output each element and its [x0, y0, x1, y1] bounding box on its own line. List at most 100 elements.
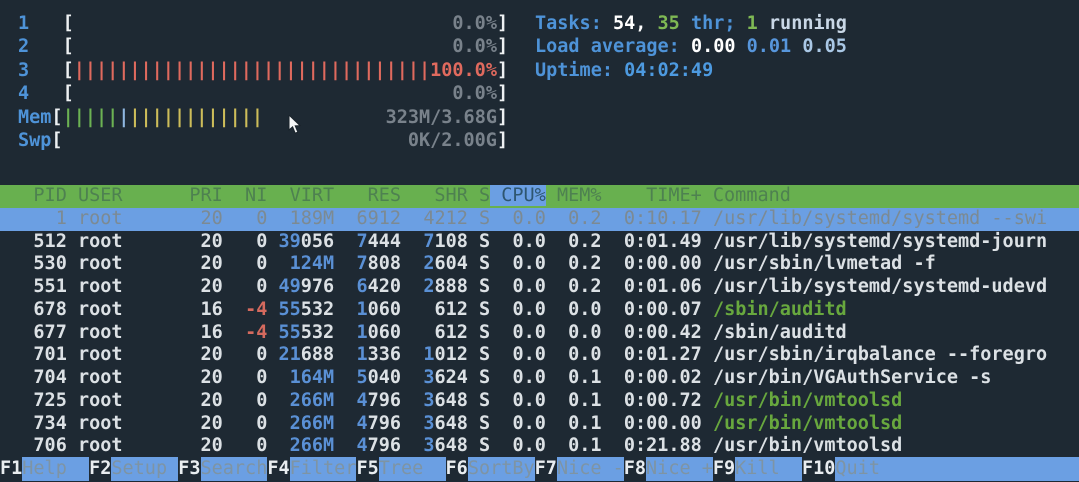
- table-row[interactable]: 734 root 20 0 266M 4796 3648 S 0.0 0.1 0…: [0, 413, 1079, 436]
- column-header-ni[interactable]: NI: [223, 185, 267, 206]
- cell-virt-pad: [267, 276, 278, 297]
- table-row[interactable]: 677 root 16 -4 55532 1060 612 S 0.0 0.0 …: [0, 322, 1079, 345]
- fnkey-f1[interactable]: F1: [0, 457, 22, 481]
- fnkey-f4-label[interactable]: Filter: [289, 457, 357, 481]
- cell-ni-pad: [223, 253, 256, 274]
- table-row[interactable]: 706 root 20 0 266M 4796 3648 S 0.0 0.1 0…: [0, 435, 1079, 458]
- cell-time-pad: [602, 390, 624, 411]
- fnkey-f5-label[interactable]: Tree: [378, 457, 446, 481]
- cell-res-pad: [334, 322, 356, 343]
- column-header-cpu[interactable]: CPU%: [490, 185, 546, 206]
- cell-pid-pad: [0, 413, 33, 434]
- cell-virt: 688: [300, 344, 335, 366]
- cell-pri-pad: [189, 413, 200, 434]
- cell-command: /usr/bin/VGAuthService -s: [701, 367, 992, 388]
- cell-pid-pad: [0, 322, 33, 343]
- table-row[interactable]: 678 root 16 -4 55532 1060 612 S 0.0 0.0 …: [0, 299, 1079, 322]
- fnkey-f9[interactable]: F9: [713, 457, 735, 481]
- table-row[interactable]: 704 root 20 0 164M 5040 3624 S 0.0 0.1 0…: [0, 367, 1079, 390]
- column-header-pri[interactable]: PRI: [189, 185, 222, 206]
- cell-cpu: 0.0: [512, 435, 546, 457]
- table-row[interactable]: 701 root 20 0 21688 1336 1012 S 0.0 0.0 …: [0, 344, 1079, 367]
- cell-ni-pad: [223, 322, 245, 343]
- table-row[interactable]: 530 root 20 0 124M 7808 2604 S 0.0 0.2 0…: [0, 253, 1079, 276]
- cell-pri: 20: [200, 230, 223, 252]
- cell-ni: 0: [256, 367, 268, 388]
- fnkey-f4[interactable]: F4: [267, 457, 289, 481]
- fnkey-f8-label[interactable]: Nice +: [646, 457, 713, 481]
- cell-virt: 49: [278, 276, 301, 297]
- cell-shr: 3: [423, 389, 435, 411]
- cell-mem-pad: [546, 390, 568, 411]
- cell-res: 796: [367, 389, 402, 411]
- fnkey-f7[interactable]: F7: [535, 457, 557, 481]
- column-header-shr[interactable]: SHR: [401, 185, 467, 206]
- cell-time-pad: [602, 299, 624, 320]
- table-row[interactable]: 512 root 20 0 39056 7444 7108 S 0.0 0.2 …: [0, 231, 1079, 254]
- cell-res: 1: [356, 298, 368, 320]
- cell-cpu: 0.0: [512, 230, 546, 252]
- cell-res-pad: [334, 208, 356, 229]
- table-row[interactable]: 551 root 20 0 49976 6420 2888 S 0.0 0.2 …: [0, 276, 1079, 299]
- cell-res-pad: [334, 413, 356, 434]
- cell-time: 0:00.00: [623, 253, 702, 275]
- cell-mem: 0.1: [568, 412, 602, 434]
- cell-shr-pad: [401, 276, 423, 297]
- cell-cpu-pad: [490, 344, 512, 365]
- cell-virt: 266M: [289, 412, 335, 434]
- cell-shr: 648: [434, 389, 468, 411]
- fnkey-f6[interactable]: F6: [446, 457, 468, 481]
- cell-res: 808: [367, 253, 402, 275]
- fnkey-f6-label[interactable]: SortBy: [467, 457, 535, 481]
- fnkey-f3-label[interactable]: Search: [200, 457, 268, 481]
- load-5min: 0.01: [746, 36, 803, 58]
- cpu-meter-4-label: 4: [18, 83, 63, 105]
- fnkey-f1-label[interactable]: Help: [22, 457, 90, 481]
- column-header-pid[interactable]: PID: [0, 185, 66, 206]
- meter-space: [74, 83, 453, 104]
- cell-pri: 20: [200, 207, 223, 229]
- column-header-res[interactable]: RES: [334, 185, 401, 206]
- load-average-line: Load average: 0.00 0.01 0.05: [535, 35, 847, 58]
- fnkey-f2-label[interactable]: Setup: [111, 457, 179, 481]
- load-average-label: Load average:: [535, 36, 691, 58]
- fnkey-f10-label[interactable]: Quit: [835, 457, 1079, 481]
- cell-res: 5: [356, 367, 368, 388]
- cell-virt: 124M: [289, 253, 335, 275]
- column-header-virt[interactable]: VIRT: [267, 185, 335, 206]
- column-header-mem[interactable]: MEM%: [546, 185, 602, 206]
- process-table: PID USER PRI NI VIRT RES SHR S CPU% MEM%…: [0, 185, 1079, 458]
- cell-shr: 612: [434, 298, 468, 320]
- cell-res: 4: [356, 389, 368, 411]
- column-header-command[interactable]: Command: [702, 185, 791, 206]
- cell-res: 796: [367, 412, 402, 434]
- cell-virt: 39: [278, 230, 301, 252]
- fnkey-f9-label[interactable]: Kill: [735, 457, 802, 481]
- cell-command: /sbin/auditd: [701, 321, 847, 343]
- meter-bracket-open: [: [62, 36, 74, 58]
- table-row-selected[interactable]: 1 root 20 0 189M 6912 4212 S 0.0 0.2 0:1…: [0, 207, 1079, 231]
- column-header-s[interactable]: S: [468, 185, 490, 206]
- cpu-meter-3-value: 100.0%: [430, 59, 497, 81]
- cell-res: 060: [367, 298, 402, 320]
- fnkey-f8[interactable]: F8: [624, 457, 646, 481]
- fnkey-f7-label[interactable]: Nice -: [556, 457, 624, 481]
- cell-shr: 648: [434, 412, 468, 434]
- fnkey-f3[interactable]: F3: [178, 457, 200, 481]
- fnkey-f2[interactable]: F2: [89, 457, 111, 481]
- fnkey-f5[interactable]: F5: [356, 457, 378, 481]
- cell-shr-pad: [401, 253, 423, 274]
- cell-mem: 0.1: [568, 367, 602, 388]
- column-header-user[interactable]: USER: [67, 185, 190, 206]
- cell-state: S: [467, 298, 491, 320]
- meter-bracket-close: ]: [496, 36, 509, 58]
- cell-ni-pad: [223, 390, 256, 411]
- table-row[interactable]: 725 root 20 0 266M 4796 3648 S 0.0 0.1 0…: [0, 390, 1079, 413]
- cell-pid: 734: [33, 412, 67, 434]
- fnkey-f10[interactable]: F10: [802, 457, 835, 481]
- cell-command: /usr/sbin/irqbalance --foregro: [701, 344, 1048, 366]
- cell-pid: 701: [33, 344, 67, 366]
- column-header-time[interactable]: TIME+: [602, 185, 702, 206]
- cell-shr: 012: [434, 344, 468, 366]
- cell-pid-pad: [0, 344, 33, 365]
